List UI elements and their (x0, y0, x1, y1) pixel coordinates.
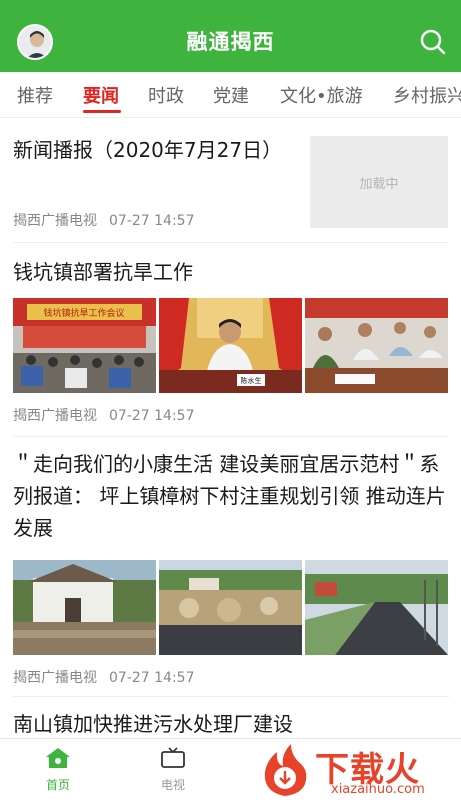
list-item[interactable]: 新闻播报（2020年7月27日） (13, 134, 283, 166)
nav-home-label: 首页 (45, 778, 70, 792)
tab-politics[interactable]: 时政 (148, 82, 184, 108)
article-thumbnail (305, 298, 448, 393)
list-item[interactable]: 钱坑镇部署抗旱工作 (13, 256, 449, 288)
article-meta: 揭西广播电视 07-27 14:57 (13, 667, 206, 687)
home-icon (46, 748, 70, 768)
watermark-url: xiazaihuo.com (331, 782, 425, 797)
article-time: 07-27 14:57 (109, 213, 195, 229)
search-icon (420, 29, 446, 55)
nameplate-caption: 陈水生 (241, 376, 262, 385)
article-source: 揭西广播电视 (13, 670, 97, 686)
article-thumbnail: 陈水生 (159, 298, 302, 393)
article-title: 南山镇加快推进污水处理厂建设 (13, 712, 293, 736)
tab-party[interactable]: 党建 (213, 82, 249, 108)
flame-logo (264, 744, 307, 796)
category-tabs: 推荐 要闻 时政 党建 文化•旅游 乡村振兴 (0, 72, 461, 118)
tab-rural-revival[interactable]: 乡村振兴 (393, 82, 461, 108)
article-thumbnail: 钱坑镇抗旱工作会议 (13, 298, 156, 393)
nav-home[interactable]: 首页 (28, 747, 88, 793)
article-title: ＂走向我们的小康生活 建设美丽宜居示范村＂系列报道： 坪上镇樟树下村注重规划引领… (13, 452, 446, 540)
tv-icon (161, 747, 185, 768)
image-placeholder: 加载中 (310, 136, 448, 228)
article-meta: 揭西广播电视 07-27 14:57 (13, 405, 206, 425)
tab-recommend[interactable]: 推荐 (17, 82, 53, 108)
nav-tv[interactable]: 电视 (143, 747, 203, 793)
article-source: 揭西广播电视 (13, 408, 97, 424)
article-meta: 揭西广播电视 07-27 14:57 (13, 210, 206, 230)
article-time: 07-27 14:57 (109, 670, 195, 686)
divider (13, 242, 449, 243)
list-item[interactable]: 南山镇加快推进污水处理厂建设 (13, 708, 449, 738)
article-time: 07-27 14:57 (109, 408, 195, 424)
article-thumbnail (13, 560, 156, 655)
search-button[interactable] (417, 26, 449, 58)
article-thumbnail (159, 560, 302, 655)
tab-culture-travel[interactable]: 文化•旅游 (280, 82, 363, 108)
banner-caption: 钱坑镇抗旱工作会议 (43, 307, 124, 319)
article-title: 新闻播报（2020年7月27日） (13, 138, 283, 162)
active-tab-indicator (83, 110, 121, 113)
app-header: 融通揭西 (0, 0, 461, 72)
list-item[interactable]: ＂走向我们的小康生活 建设美丽宜居示范村＂系列报道： 坪上镇樟树下村注重规划引领… (13, 448, 449, 544)
article-title: 钱坑镇部署抗旱工作 (13, 260, 193, 284)
watermark-logo: 下载火 xiazaihuo.com (257, 742, 457, 800)
nav-tv-label: 电视 (160, 778, 185, 792)
news-feed[interactable]: 新闻播报（2020年7月27日） 揭西广播电视 07-27 14:57 加载中 钱… (0, 118, 461, 738)
divider (13, 436, 449, 437)
article-thumbnail (305, 560, 448, 655)
tab-news[interactable]: 要闻 (83, 82, 119, 108)
divider (13, 696, 449, 697)
article-source: 揭西广播电视 (13, 213, 97, 229)
